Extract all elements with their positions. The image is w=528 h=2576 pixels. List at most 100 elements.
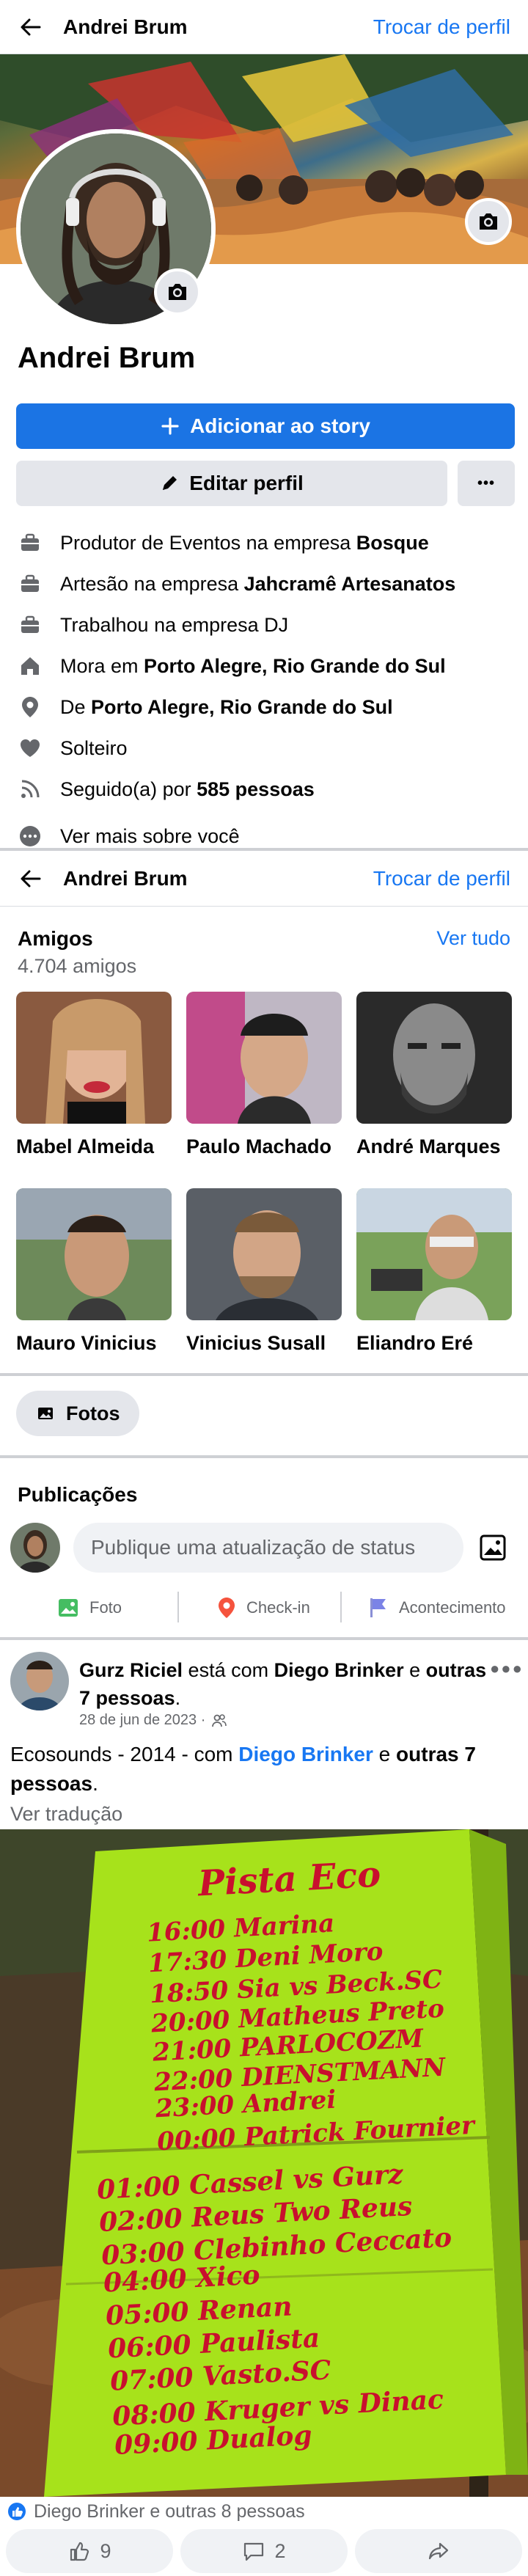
friend-photo bbox=[186, 1188, 342, 1320]
flag-icon bbox=[370, 1598, 386, 1617]
photo-action-label: Foto bbox=[89, 1598, 122, 1617]
add-story-button[interactable]: Adicionar ao story bbox=[16, 403, 515, 449]
status-input[interactable]: Publique uma atualização de status bbox=[73, 1523, 463, 1573]
photo-gallery-icon[interactable] bbox=[477, 1533, 509, 1562]
edit-profile-button[interactable]: Editar perfil bbox=[16, 461, 447, 506]
profile-page: Andrei Brum Trocar de perfil Andrei Brum… bbox=[0, 0, 528, 2576]
friend-photo bbox=[356, 992, 512, 1124]
back-arrow-icon[interactable] bbox=[16, 864, 45, 893]
post-header: Gurz Riciel está com Diego Brinker e out… bbox=[79, 1656, 490, 1712]
briefcase-icon bbox=[18, 530, 43, 555]
see-translation-link[interactable]: Ver tradução bbox=[10, 1803, 122, 1826]
detail-text: Artesão na empresa Jahcramê Artesanatos bbox=[60, 573, 455, 596]
friend-photo bbox=[16, 992, 172, 1124]
friend-name: Vinicius Susall bbox=[186, 1332, 326, 1354]
sticky-top-bar: Andrei Brum Trocar de perfil bbox=[0, 851, 528, 907]
profile-detail-row: Seguido(a) por 585 pessoas bbox=[18, 775, 516, 804]
photo-action[interactable]: Foto bbox=[57, 1589, 122, 1627]
life-event-action[interactable]: Acontecimento bbox=[368, 1589, 506, 1627]
friend-card[interactable]: Paulo Machado bbox=[186, 992, 342, 1158]
like-button[interactable]: 9 bbox=[6, 2529, 173, 2573]
publications-title: Publicações bbox=[18, 1483, 138, 1506]
sign-title: Pista Eco bbox=[197, 1854, 382, 1905]
image-icon bbox=[59, 1599, 78, 1617]
detail-text: Produtor de Eventos na empresa Bosque bbox=[60, 532, 429, 555]
detail-prefix: Produtor de Eventos na empresa bbox=[60, 531, 356, 554]
friend-card[interactable]: Mauro Vinicius bbox=[16, 1188, 172, 1355]
photos-chip-label: Fotos bbox=[66, 1402, 120, 1424]
post-body: Ecosounds - 2014 - com Diego Brinker e o… bbox=[10, 1740, 516, 1799]
photos-chip[interactable]: Fotos bbox=[16, 1391, 139, 1436]
more-options-button[interactable]: ••• bbox=[458, 461, 515, 506]
profile-detail-row: Solteiro bbox=[18, 733, 516, 763]
location-pin-icon bbox=[219, 1598, 235, 1618]
briefcase-icon bbox=[18, 612, 43, 637]
switch-profile-link[interactable]: Trocar de perfil bbox=[373, 867, 510, 890]
friend-photo bbox=[16, 1188, 172, 1320]
detail-text: De Porto Alegre, Rio Grande do Sul bbox=[60, 696, 393, 719]
detail-bold: Porto Alegre, Rio Grande do Sul bbox=[91, 695, 393, 718]
profile-detail-row[interactable]: Ver mais sobre você bbox=[18, 822, 516, 851]
post-body-prefix: Ecosounds - 2014 - com bbox=[10, 1743, 239, 1765]
checkin-action-label: Check-in bbox=[246, 1598, 310, 1617]
post-author-name[interactable]: Gurz Riciel bbox=[79, 1659, 183, 1681]
friend-photo bbox=[186, 992, 342, 1124]
friends-title: Amigos bbox=[18, 927, 93, 950]
profile-detail-row: Mora em Porto Alegre, Rio Grande do Sul bbox=[18, 651, 516, 681]
see-all-friends-link[interactable]: Ver tudo bbox=[436, 927, 510, 950]
post-author-avatar[interactable] bbox=[10, 1652, 69, 1710]
post-date[interactable]: 28 de jun de 2023 · bbox=[79, 1712, 205, 1729]
post-options-icon[interactable]: ●●● bbox=[490, 1659, 524, 1678]
profile-name: Andrei Brum bbox=[18, 342, 196, 374]
detail-text: Mora em Porto Alegre, Rio Grande do Sul bbox=[60, 655, 446, 678]
post-tagged-name[interactable]: Diego Brinker bbox=[274, 1659, 404, 1681]
comment-button[interactable]: 2 bbox=[180, 2529, 348, 2573]
more-dots-icon bbox=[18, 824, 43, 849]
detail-prefix: De bbox=[60, 695, 92, 718]
post-meta: 28 de jun de 2023 · bbox=[79, 1712, 227, 1729]
checkin-action[interactable]: Check-in bbox=[217, 1589, 310, 1627]
section-divider bbox=[0, 1637, 528, 1640]
comment-icon bbox=[244, 2542, 264, 2561]
add-story-label: Adicionar ao story bbox=[190, 414, 370, 437]
share-button[interactable] bbox=[355, 2529, 522, 2573]
friend-name: Paulo Machado bbox=[186, 1135, 332, 1157]
detail-prefix: Solteiro bbox=[60, 736, 128, 759]
post-with-text: está com bbox=[183, 1659, 274, 1681]
friend-card[interactable]: Mabel Almeida bbox=[16, 992, 172, 1158]
post-body-link[interactable]: Diego Brinker bbox=[238, 1743, 373, 1765]
photos-icon bbox=[38, 1408, 53, 1419]
friend-card[interactable]: Vinicius Susall bbox=[186, 1188, 342, 1355]
detail-prefix: Ver mais sobre você bbox=[60, 824, 240, 847]
post-body-and: e bbox=[373, 1743, 397, 1765]
avatar-camera-button[interactable] bbox=[154, 268, 201, 315]
action-separator bbox=[177, 1592, 179, 1622]
friend-card[interactable]: Eliandro Eré bbox=[356, 1188, 512, 1355]
post-body-end: . bbox=[92, 1772, 98, 1795]
detail-bold: Bosque bbox=[356, 531, 429, 554]
user-avatar[interactable] bbox=[10, 1523, 60, 1573]
share-icon bbox=[428, 2542, 449, 2560]
header-name: Andrei Brum bbox=[63, 15, 188, 38]
detail-text: Solteiro bbox=[60, 737, 128, 760]
reactions-summary[interactable]: Diego Brinker e outras 8 pessoas bbox=[7, 2497, 305, 2526]
like-reaction-icon bbox=[8, 2503, 26, 2520]
back-arrow-icon[interactable] bbox=[16, 12, 45, 42]
thumbs-up-icon bbox=[70, 2542, 89, 2561]
cover-camera-button[interactable] bbox=[465, 198, 512, 245]
sign-text: Pista Eco 16:00 Marina 17:30 Deni Moro 18:5… bbox=[0, 1829, 528, 2497]
friend-card[interactable]: André Marques bbox=[356, 992, 512, 1158]
profile-detail-row: Artesão na empresa Jahcramê Artesanatos bbox=[18, 569, 516, 599]
detail-bold: Jahcramê Artesanatos bbox=[243, 572, 456, 595]
friends-count: 4.704 amigos bbox=[18, 955, 137, 977]
pencil-icon bbox=[163, 476, 177, 490]
post-image[interactable]: Pista Eco 16:00 Marina 17:30 Deni Moro 18:5… bbox=[0, 1829, 528, 2497]
action-separator bbox=[340, 1592, 342, 1622]
home-icon bbox=[18, 654, 43, 678]
rss-icon bbox=[18, 777, 43, 802]
profile-detail-row: Produtor de Eventos na empresa Bosque bbox=[18, 528, 516, 557]
post-and-text: e bbox=[403, 1659, 426, 1681]
switch-profile-link[interactable]: Trocar de perfil bbox=[373, 15, 510, 39]
detail-text: Trabalhou na empresa DJ bbox=[60, 614, 288, 637]
friends-audience-icon bbox=[212, 1713, 227, 1727]
